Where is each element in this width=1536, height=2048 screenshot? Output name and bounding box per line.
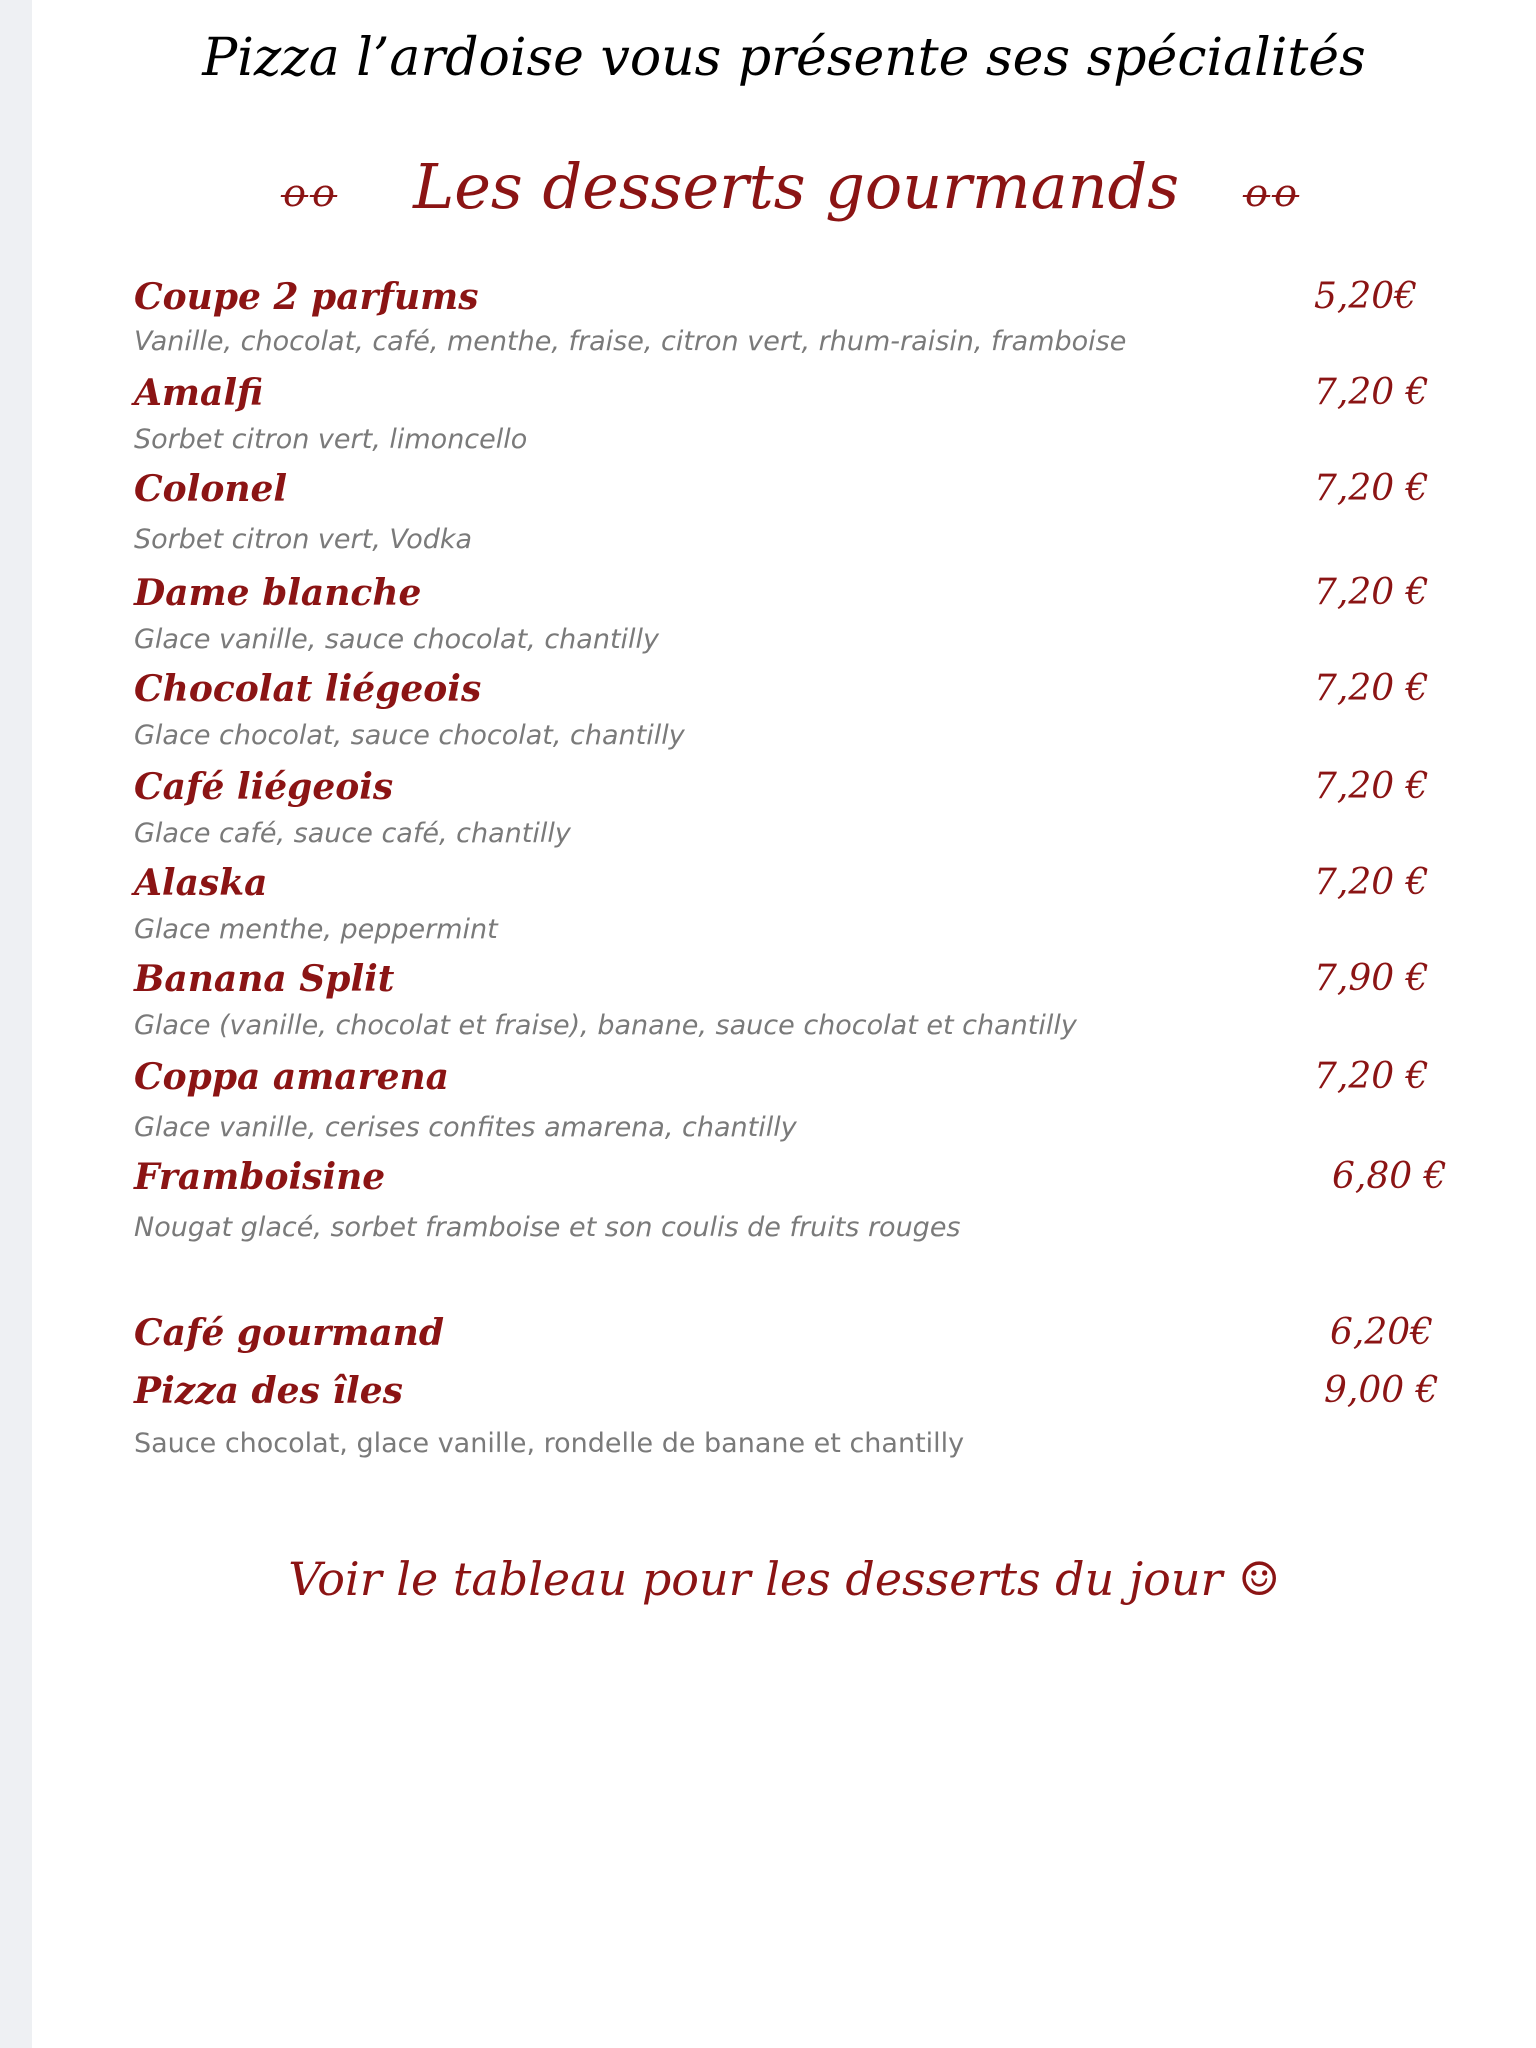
item-price: 6,80 € <box>1332 1156 1447 1197</box>
item-name: Alaska <box>134 862 268 904</box>
ornament-right-icon: ꝋꝋ <box>1243 170 1302 215</box>
item-price: 7,90 € <box>1314 958 1429 999</box>
item-name: Café liégeois <box>134 766 394 808</box>
item-name: Colonel <box>134 468 288 510</box>
item-price: 7,20 € <box>1314 1056 1429 1097</box>
item-name: Pizza des îles <box>134 1370 403 1412</box>
item-name: Framboisine <box>134 1156 386 1198</box>
item-price: 7,20 € <box>1314 572 1429 613</box>
page-title: Pizza l’ardoise vous présente ses spécia… <box>202 28 1366 88</box>
smiley-icon: ☺ <box>1238 1552 1280 1606</box>
item-price: 9,00 € <box>1324 1370 1439 1411</box>
item-description: Sorbet citron vert, limoncello <box>134 424 528 455</box>
item-name: Coupe 2 parfums <box>134 276 479 318</box>
footer-note: Voir le tableau pour les desserts du jou… <box>32 1552 1536 1606</box>
item-price: 7,20 € <box>1314 468 1429 509</box>
section-header: ꝋꝋ Les desserts gourmands ꝋꝋ <box>32 150 1536 223</box>
item-name: Amalfi <box>134 372 264 414</box>
item-price: 7,20 € <box>1314 766 1429 807</box>
item-description: Sauce chocolat, glace vanille, rondelle … <box>134 1428 965 1459</box>
item-description: Glace chocolat, sauce chocolat, chantill… <box>134 720 685 751</box>
item-description: Nougat glacé, sorbet framboise et son co… <box>134 1212 961 1243</box>
section-title: Les desserts gourmands <box>413 150 1180 223</box>
item-price: 7,20 € <box>1314 372 1429 413</box>
item-price: 5,20€ <box>1314 276 1418 317</box>
item-description: Glace café, sauce café, chantilly <box>134 818 571 849</box>
ornament-left-icon: ꝋꝋ <box>266 170 340 215</box>
item-price: 6,20€ <box>1330 1312 1434 1353</box>
item-description: Glace menthe, peppermint <box>134 914 498 945</box>
item-description: Sorbet citron vert, Vodka <box>134 524 473 555</box>
item-description: Glace vanille, cerises confites amarena,… <box>134 1112 797 1143</box>
item-name: Banana Split <box>134 958 395 1000</box>
item-name: Chocolat liégeois <box>134 668 482 710</box>
item-name: Café gourmand <box>134 1312 444 1354</box>
footer-note-text: Voir le tableau pour les desserts du jou… <box>288 1552 1223 1606</box>
item-price: 7,20 € <box>1314 668 1429 709</box>
menu-page: Pizza l’ardoise vous présente ses spécia… <box>32 0 1536 2048</box>
item-name: Dame blanche <box>134 572 422 614</box>
item-description: Vanille, chocolat, café, menthe, fraise,… <box>134 326 1127 357</box>
item-price: 7,20 € <box>1314 862 1429 903</box>
item-name: Coppa amarena <box>134 1056 449 1098</box>
item-description: Glace (vanille, chocolat et fraise), ban… <box>134 1010 1077 1041</box>
item-description: Glace vanille, sauce chocolat, chantilly <box>134 624 660 655</box>
